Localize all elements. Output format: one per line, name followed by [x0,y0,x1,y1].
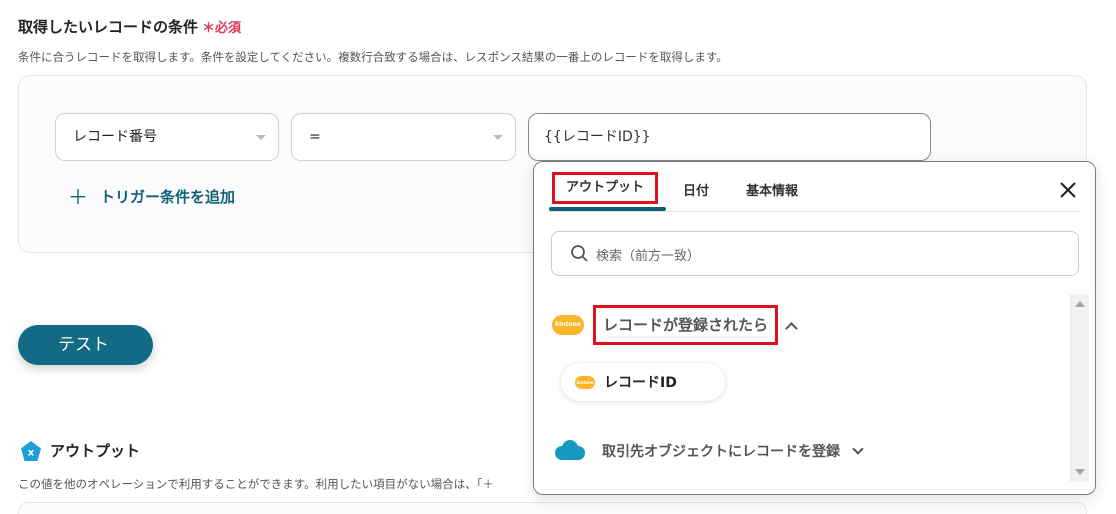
tab-basic-info[interactable]: 基本情報 [746,180,798,199]
add-trigger-label: トリガー条件を追加 [100,188,236,206]
section-description: 条件に合うレコードを取得します。条件を設定してください。複数行合致する場合は、レ… [18,50,728,64]
caret-down-icon [256,135,266,140]
operator-select-value: = [309,129,321,145]
scroll-down-icon[interactable] [1075,469,1085,475]
search-placeholder: 検索（前方一致） [596,249,701,264]
plus-icon: ＋ [68,184,88,209]
output-group-kintone[interactable]: kintone レコードが登録されたら [552,305,798,345]
section-title: 取得したいレコードの条件 ＊必須 [18,16,241,37]
salesforce-cloud-icon [555,440,585,460]
search-icon [571,245,588,262]
output-item-record-id[interactable]: kintone レコードID [561,363,725,401]
caret-down-icon [493,135,503,140]
scroll-up-icon[interactable] [1075,301,1085,307]
field-select-value: レコード番号 [73,129,157,145]
kintone-logo-icon: kintone [575,375,595,389]
chevron-up-icon [785,321,798,335]
section-title-text: 取得したいレコードの条件 [18,18,199,36]
output-group-label: 取引先オブジェクトにレコードを登録 [602,444,840,460]
required-mark: ＊必須 [202,21,242,36]
variable-picker-popup: アウトプット 日付 基本情報 検索（前方一致） kintone レコードが登録さ… [533,161,1096,495]
output-item-label: レコードID [604,375,677,391]
test-button[interactable]: テスト [18,325,153,365]
output-title: アウトプット [50,442,141,460]
chevron-down-icon [852,443,864,455]
field-select[interactable]: レコード番号 [55,113,279,161]
scrollbar[interactable] [1070,294,1089,482]
condition-value-input[interactable]: {{レコードID}} [528,113,931,161]
tab-date[interactable]: 日付 [683,180,709,199]
kintone-logo-icon: kintone [552,315,584,335]
output-box [18,502,1087,514]
search-input[interactable]: 検索（前方一致） [551,231,1079,276]
output-pentagon-icon: x [21,441,41,461]
operator-select[interactable]: = [291,113,516,161]
tabs-divider [549,211,1081,212]
output-description: この値を他のオペレーションで利用することができます。利用したい項目がない場合は、… [18,477,494,491]
add-trigger-condition-button[interactable]: ＋ トリガー条件を追加 [68,186,235,207]
tab-output[interactable]: アウトプット [552,172,658,204]
svg-text:x: x [28,448,35,459]
close-icon[interactable] [1056,178,1080,202]
output-group-salesforce[interactable]: 取引先オブジェクトにレコードを登録 [552,439,864,463]
output-group-label: レコードが登録されたら [593,305,779,345]
